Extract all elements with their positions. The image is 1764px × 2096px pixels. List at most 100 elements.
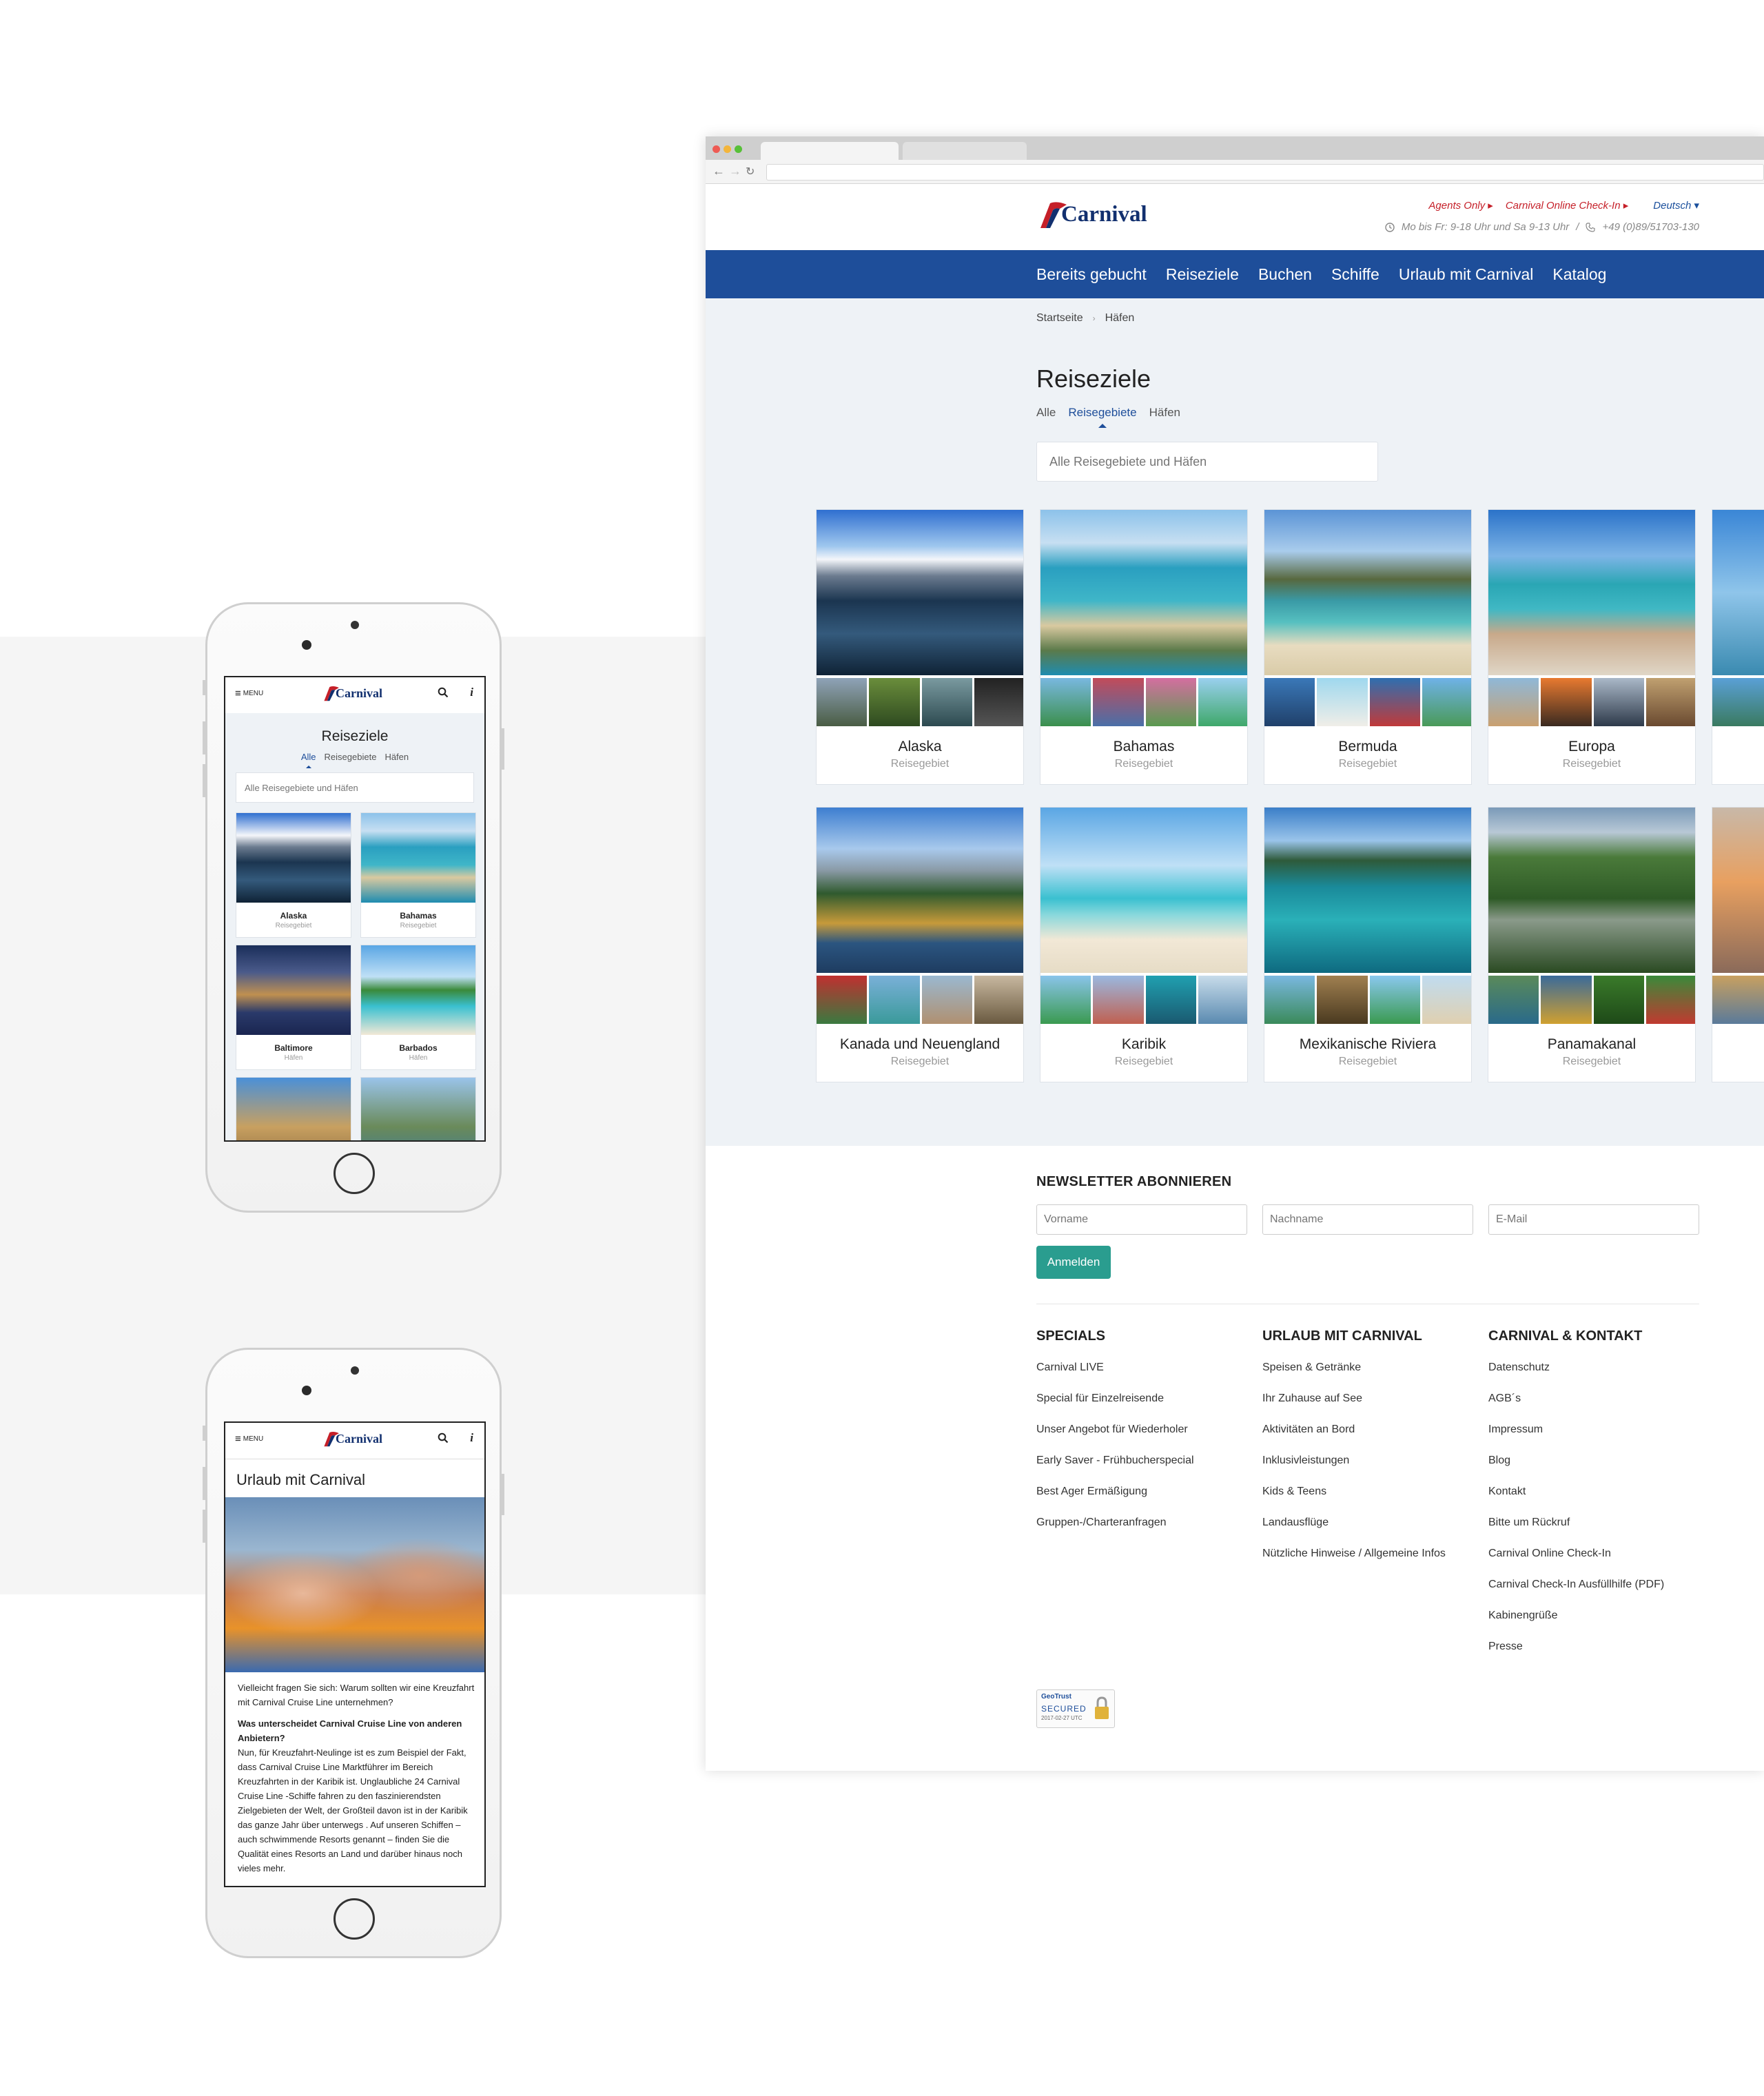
footer-link[interactable]: Special für Einzelreisende [1036,1392,1194,1423]
destination-card-kanada[interactable]: Kanada und Neuengland Reisegebiet [816,807,1024,1082]
thumbnail-strip [1264,976,1471,1024]
geotrust-seal[interactable]: GeoTrust SECURED 2017-02-27 UTC [1036,1689,1115,1728]
menu-label: MENU [243,690,264,697]
destination-search-input[interactable] [1036,442,1378,482]
destination-card-partial[interactable] [360,1077,476,1140]
thumbnail-strip [1040,678,1247,726]
tab-alle[interactable]: Alle [301,752,316,768]
browser-toolbar: ← → ↻ [706,160,1764,184]
destination-card-partial[interactable] [236,1077,351,1140]
thumbnail [817,976,868,1024]
destination-card-baltimore[interactable]: Baltimore Häfen [236,945,351,1070]
thumbnail [1264,976,1315,1024]
nav-urlaub-mit-carnival[interactable]: Urlaub mit Carnival [1399,265,1534,284]
destination-card-partial[interactable] [1712,509,1764,785]
footer-link[interactable]: Carnival Online Check-In [1488,1547,1664,1578]
info-icon[interactable]: i [470,1431,473,1445]
nav-katalog[interactable]: Katalog [1552,265,1606,284]
destination-card-alaska[interactable]: Alaska Reisegebiet [236,812,351,938]
nav-reiseziele[interactable]: Reiseziele [1166,265,1239,284]
footer-link[interactable]: Unser Angebot für Wiederholer [1036,1423,1194,1454]
email-input[interactable] [1488,1204,1699,1235]
breadcrumb: Startseite › Häfen [1036,312,1134,325]
minimize-window-icon[interactable] [724,145,731,153]
forward-arrow-icon[interactable]: → [729,164,741,178]
top-links: Agents Only ▸ Carnival Online Check-In ▸… [1428,199,1699,212]
destination-card-bahamas[interactable]: Bahamas Reisegebiet [1040,509,1248,785]
back-arrow-icon[interactable]: ← [712,164,725,178]
destination-image [1712,510,1764,675]
thumbnail [869,976,920,1024]
language-selector[interactable]: Deutsch ▾ [1653,199,1699,212]
footer-link[interactable]: Ihr Zuhause auf See [1262,1392,1446,1423]
destination-card-bahamas[interactable]: Bahamas Reisegebiet [360,812,476,938]
footer-link[interactable]: Best Ager Ermäßigung [1036,1485,1194,1516]
destination-image [1040,808,1247,973]
site-header: Carnival Agents Only ▸ Carnival Online C… [706,184,1764,250]
agents-only-link[interactable]: Agents Only ▸ [1428,199,1493,212]
breadcrumb-separator: › [1092,314,1096,323]
tab-haefen[interactable]: Häfen [1149,406,1180,420]
footer-link[interactable]: Carnival LIVE [1036,1361,1194,1392]
tab-alle[interactable]: Alle [1036,406,1056,420]
destination-card-barbados[interactable]: Barbados Häfen [360,945,476,1070]
footer-link[interactable]: Gruppen-/Charteranfragen [1036,1516,1194,1547]
destination-card-mexikanische-riviera[interactable]: Mexikanische Riviera Reisegebiet [1264,807,1472,1082]
footer-link[interactable]: Inklusivleistungen [1262,1454,1446,1485]
footer-link[interactable]: Blog [1488,1454,1664,1485]
close-window-icon[interactable] [712,145,720,153]
footer-link[interactable]: Carnival Check-In Ausfüllhilfe (PDF) [1488,1578,1664,1609]
footer-link[interactable]: Kids & Teens [1262,1485,1446,1516]
tab-reisegebiete[interactable]: Reisegebiete [325,752,377,762]
carnival-logo[interactable]: Carnival [322,684,382,702]
footer-link[interactable]: Bitte um Rückruf [1488,1516,1664,1547]
search-icon[interactable] [438,1432,449,1447]
footer-link[interactable]: Speisen & Getränke [1262,1361,1446,1392]
destination-image [817,808,1023,973]
footer-link[interactable]: Kontakt [1488,1485,1664,1516]
browser-tab-active[interactable] [761,142,899,160]
footer-link[interactable]: Aktivitäten an Bord [1262,1423,1446,1454]
footer-link[interactable]: AGB´s [1488,1392,1664,1423]
footer-link[interactable]: Early Saver - Frühbucherspecial [1036,1454,1194,1485]
footer-link[interactable]: Nützliche Hinweise / Allgemeine Infos [1262,1547,1446,1578]
carnival-logo[interactable]: Carnival [1036,199,1147,229]
destination-card-partial[interactable] [1712,807,1764,1082]
mobile-menu-button[interactable]: ≡ MENU [235,1434,263,1444]
lastname-input[interactable] [1262,1204,1473,1235]
destination-card-bermuda[interactable]: Bermuda Reisegebiet [1264,509,1472,785]
nav-schiffe[interactable]: Schiffe [1331,265,1380,284]
destination-card-europa[interactable]: Europa Reisegebiet [1488,509,1696,785]
footer-link[interactable]: Landausflüge [1262,1516,1446,1547]
maximize-window-icon[interactable] [735,145,742,153]
browser-tab[interactable] [903,142,1027,160]
online-checkin-link[interactable]: Carnival Online Check-In ▸ [1506,199,1628,212]
carnival-logo[interactable]: Carnival [322,1430,382,1448]
nav-bereits-gebucht[interactable]: Bereits gebucht [1036,265,1147,284]
footer-link[interactable]: Datenschutz [1488,1361,1664,1392]
footer-link[interactable]: Impressum [1488,1423,1664,1454]
destination-card-alaska[interactable]: Alaska Reisegebiet [816,509,1024,785]
firstname-input[interactable] [1036,1204,1247,1235]
destination-card-panamakanal[interactable]: Panamakanal Reisegebiet [1488,807,1696,1082]
mobile-menu-button[interactable]: ≡ MENU [235,688,264,699]
destination-card-karibik[interactable]: Karibik Reisegebiet [1040,807,1248,1082]
nav-buchen[interactable]: Buchen [1258,265,1312,284]
tab-haefen[interactable]: Häfen [384,752,409,762]
subscribe-button[interactable]: Anmelden [1036,1246,1111,1279]
breadcrumb-home[interactable]: Startseite [1036,312,1083,325]
hotline-number[interactable]: +49 (0)89/51703-130 [1602,221,1699,233]
thumbnail-strip [1712,976,1764,1024]
destination-name: Alaska [898,739,942,754]
footer-link[interactable]: Presse [1488,1640,1664,1671]
tab-reisegebiete[interactable]: Reisegebiete [1068,406,1137,428]
info-icon[interactable]: i [470,686,473,699]
footer-link[interactable]: Kabinengrüße [1488,1609,1664,1640]
page-title: Reiseziele [321,728,389,744]
search-icon[interactable] [438,687,449,701]
article-text: Nun, für Kreuzfahrt-Neulinge ist es zum … [238,1747,468,1873]
reload-icon[interactable]: ↻ [746,165,755,178]
destination-search-input[interactable] [236,772,474,803]
thumbnail-strip [1264,678,1471,726]
address-bar[interactable] [766,164,1764,181]
